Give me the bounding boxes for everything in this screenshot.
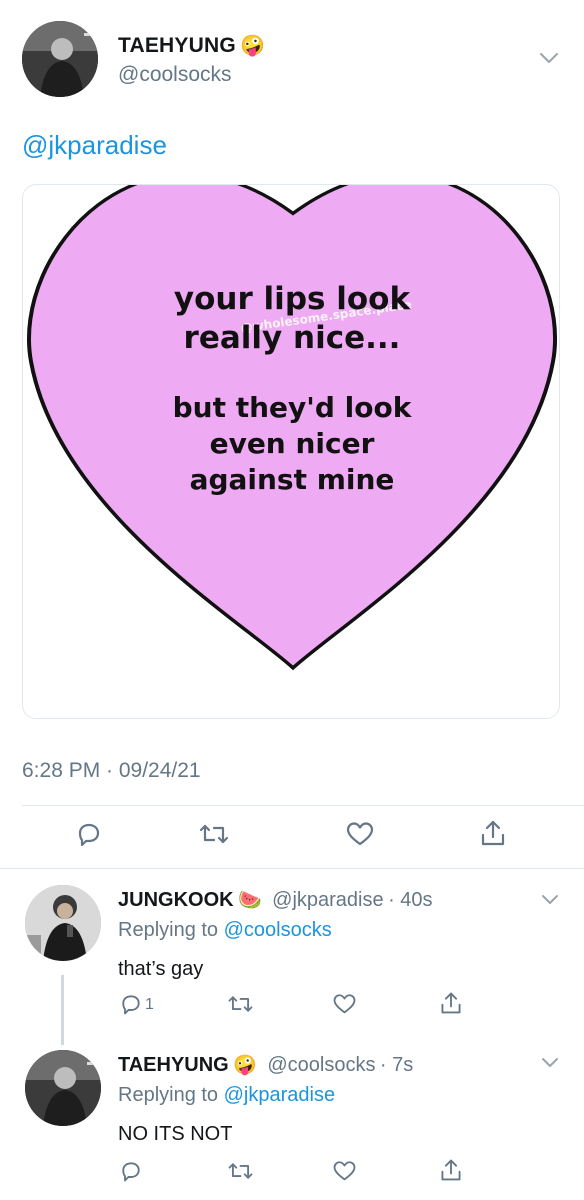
reply-1-retweet-button[interactable] <box>224 990 256 1018</box>
reply-button[interactable] <box>72 817 106 851</box>
tweet-body-mention[interactable]: @jkparadise <box>22 130 167 161</box>
thread-connector <box>61 975 64 1045</box>
retweet-icon <box>199 824 229 844</box>
replying-prefix: Replying to <box>118 1084 224 1106</box>
avatar-photo <box>25 885 101 961</box>
avatar-taehyung-reply[interactable] <box>25 1050 101 1126</box>
reply-1-handle[interactable]: @jkparadise <box>272 889 383 911</box>
heart-meme-image: @wholesome.space.place your lips look re… <box>27 185 557 671</box>
reply-1-reply-count: 1 <box>145 996 154 1013</box>
reply-1-more-chevron-icon[interactable] <box>540 893 560 907</box>
meme-line-3: but they'd look <box>173 391 413 424</box>
share-icon <box>481 820 505 846</box>
reply-1-reply-button[interactable] <box>116 990 146 1018</box>
divider-bottom <box>0 868 584 869</box>
reply-2-more-chevron-icon[interactable] <box>540 1056 560 1070</box>
reply-2-retweet-button[interactable] <box>224 1157 256 1185</box>
reply-2-replying-to: Replying to @jkparadise <box>118 1084 335 1107</box>
share-icon <box>441 1159 461 1181</box>
retweet-icon <box>228 996 252 1012</box>
more-options-chevron-icon[interactable] <box>538 50 560 66</box>
reply-2-share-button[interactable] <box>436 1155 466 1185</box>
reply-1-time: · 40s <box>388 889 433 911</box>
reply-2-header: TAEHYUNG 🤪 @coolsocks · 7s <box>118 1053 413 1077</box>
reply-2-display-name[interactable]: TAEHYUNG <box>118 1054 229 1076</box>
reply-1-text: that’s gay <box>118 958 204 980</box>
meme-line-4: even nicer <box>210 427 375 460</box>
reply-2-name-emoji: 🤪 <box>233 1055 257 1076</box>
meme-line-2: really nice... <box>184 320 401 356</box>
reply-2-handle[interactable]: @coolsocks <box>267 1054 375 1076</box>
reply-1-replying-to: Replying to @coolsocks <box>118 919 332 942</box>
divider-top <box>22 805 584 806</box>
share-icon <box>441 992 461 1014</box>
reply-icon <box>78 823 100 847</box>
author-handle[interactable]: @coolsocks <box>118 63 232 87</box>
avatar-photo <box>22 21 98 97</box>
reply-1-name-emoji: 🍉 <box>238 890 262 911</box>
avatar-taehyung[interactable] <box>22 21 98 97</box>
heart-icon <box>333 1161 355 1181</box>
replying-to-link[interactable]: @coolsocks <box>224 919 332 941</box>
like-button[interactable] <box>343 817 377 851</box>
tweet-image[interactable]: @wholesome.space.place your lips look re… <box>22 184 560 719</box>
meme-line-1: your lips look <box>174 281 412 317</box>
replying-prefix: Replying to <box>118 919 224 941</box>
heart-icon <box>346 822 374 846</box>
reply-1-display-name[interactable]: JUNGKOOK <box>118 889 234 911</box>
reply-icon <box>122 995 140 1015</box>
name-emoji: 🤪 <box>240 35 266 57</box>
retweet-button[interactable] <box>196 817 232 851</box>
tweet-timestamp: 6:28 PM · 09/24/21 <box>22 759 201 782</box>
reply-2-time: · 7s <box>379 1054 414 1076</box>
replying-to-link[interactable]: @jkparadise <box>224 1084 335 1106</box>
reply-2-like-button[interactable] <box>329 1157 359 1185</box>
reply-1-header: JUNGKOOK 🍉 @jkparadise · 40s <box>118 888 433 912</box>
retweet-icon <box>228 1163 252 1179</box>
reply-1-share-button[interactable] <box>436 988 466 1018</box>
tweet-author[interactable]: TAEHYUNG 🤪 <box>118 33 265 58</box>
share-button[interactable] <box>476 815 510 851</box>
display-name[interactable]: TAEHYUNG <box>118 34 236 57</box>
avatar-jungkook[interactable] <box>25 885 101 961</box>
heart-icon <box>333 994 355 1014</box>
meme-line-5: against mine <box>190 463 395 496</box>
reply-2-text: NO ITS NOT <box>118 1123 233 1145</box>
reply-2-reply-button[interactable] <box>116 1157 146 1185</box>
reply-1-like-button[interactable] <box>329 990 359 1018</box>
reply-icon <box>122 1162 140 1182</box>
avatar-photo <box>25 1050 101 1126</box>
